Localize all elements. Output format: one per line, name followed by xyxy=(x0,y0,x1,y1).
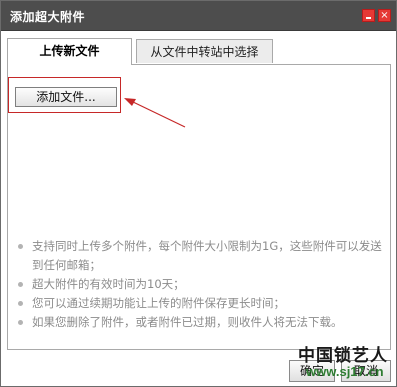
minimize-button[interactable] xyxy=(362,9,375,22)
close-button[interactable]: × xyxy=(378,9,391,22)
bullet-icon xyxy=(18,301,23,306)
tab-bar: 上传新文件 从文件中转站中选择 xyxy=(7,38,391,65)
notes-list: 支持同时上传多个附件，每个附件大小限制为1G，这些附件可以发送到任何邮箱； 超大… xyxy=(15,237,385,332)
bullet-icon xyxy=(18,320,23,325)
list-item: 您可以通过续期功能让上传的附件保存更长时间； xyxy=(15,294,385,313)
add-file-button[interactable]: 添加文件... xyxy=(15,87,117,107)
title-bar[interactable]: 添加超大附件 × xyxy=(1,1,396,31)
list-item: 超大附件的有效时间为10天； xyxy=(15,275,385,294)
tab-upload-new[interactable]: 上传新文件 xyxy=(7,38,132,65)
note-text: 如果您删除了附件，或者附件已过期，则收件人将无法下载。 xyxy=(32,315,343,329)
arrow-annotation-icon xyxy=(124,98,186,128)
list-item: 如果您删除了附件，或者附件已过期，则收件人将无法下载。 xyxy=(15,313,385,332)
bullet-icon xyxy=(18,282,23,287)
list-item: 支持同时上传多个附件，每个附件大小限制为1G，这些附件可以发送到任何邮箱； xyxy=(15,237,385,275)
minimize-icon xyxy=(366,17,371,19)
note-text: 超大附件的有效时间为10天； xyxy=(32,277,185,291)
note-text: 支持同时上传多个附件，每个附件大小限制为1G，这些附件可以发送到任何邮箱； xyxy=(32,239,382,272)
upload-attachment-dialog: 添加超大附件 × 上传新文件 从文件中转站中选择 添加文件... 支持同时上传多… xyxy=(0,0,397,387)
cancel-button[interactable]: 取消 xyxy=(341,360,391,382)
bullet-icon xyxy=(18,244,23,249)
note-text: 您可以通过续期功能让上传的附件保存更长时间； xyxy=(32,296,285,310)
tab-select-from-transfer-station[interactable]: 从文件中转站中选择 xyxy=(136,39,273,63)
ok-button[interactable]: 确定 xyxy=(289,360,335,382)
dialog-title: 添加超大附件 xyxy=(10,10,86,24)
